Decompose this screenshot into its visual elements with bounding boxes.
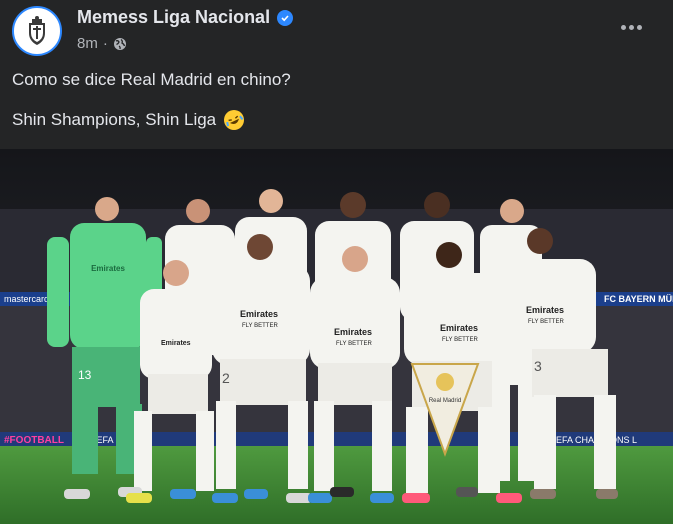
post-text-line-1: Como se dice Real Madrid en chino? <box>12 70 291 89</box>
dot <box>620 24 626 30</box>
player-number: 3 <box>534 358 542 374</box>
svg-text:Emirates: Emirates <box>526 305 564 315</box>
svg-text:FLY BETTER: FLY BETTER <box>528 319 564 325</box>
svg-text:Emirates: Emirates <box>161 340 191 347</box>
author-name-text[interactable]: Memess Liga Nacional <box>77 7 270 28</box>
crest-logo-icon <box>29 16 45 45</box>
ad-board-right-text: FC BAYERN MÜNC <box>604 294 673 304</box>
post-header: Memess Liga Nacional 8m · <box>0 0 673 60</box>
author-name[interactable]: Memess Liga Nacional <box>77 7 294 28</box>
pitch <box>0 446 673 524</box>
post-photo[interactable]: mastercard FC BAYERN MÜNC #FOOTBALL UEFA… <box>0 149 673 524</box>
laughing-emoji-icon <box>224 110 245 130</box>
svg-text:FLY BETTER: FLY BETTER <box>442 337 478 343</box>
verified-badge-icon <box>277 9 294 26</box>
page-avatar[interactable] <box>12 6 62 56</box>
more-options-button[interactable] <box>616 16 646 38</box>
ad-board-left-text: mastercard <box>4 294 49 304</box>
player-number: 2 <box>222 370 230 386</box>
svg-text:Emirates: Emirates <box>440 323 478 333</box>
keeper-number: 13 <box>78 368 92 382</box>
ad-board-bottom-left-text: #FOOTBALL <box>4 435 64 446</box>
team-photo: mastercard FC BAYERN MÜNC #FOOTBALL UEFA… <box>0 149 673 524</box>
globe-icon <box>113 37 126 50</box>
svg-text:FLY BETTER: FLY BETTER <box>242 323 278 329</box>
dot <box>636 24 642 30</box>
svg-text:Emirates: Emirates <box>334 327 372 337</box>
post-meta: 8m · <box>77 35 127 52</box>
separator-dot: · <box>102 35 108 52</box>
svg-text:Emirates: Emirates <box>240 309 278 319</box>
svg-text:Emirates: Emirates <box>91 264 125 273</box>
svg-text:FLY BETTER: FLY BETTER <box>336 341 372 347</box>
pennant-text: Real Madrid <box>429 398 461 404</box>
post-time[interactable]: 8m <box>77 35 98 52</box>
post-text-line-2-text: Shin Shampions, Shin Liga <box>12 110 217 129</box>
post-text-line-2: Shin Shampions, Shin Liga <box>12 110 245 130</box>
dot <box>628 24 634 30</box>
